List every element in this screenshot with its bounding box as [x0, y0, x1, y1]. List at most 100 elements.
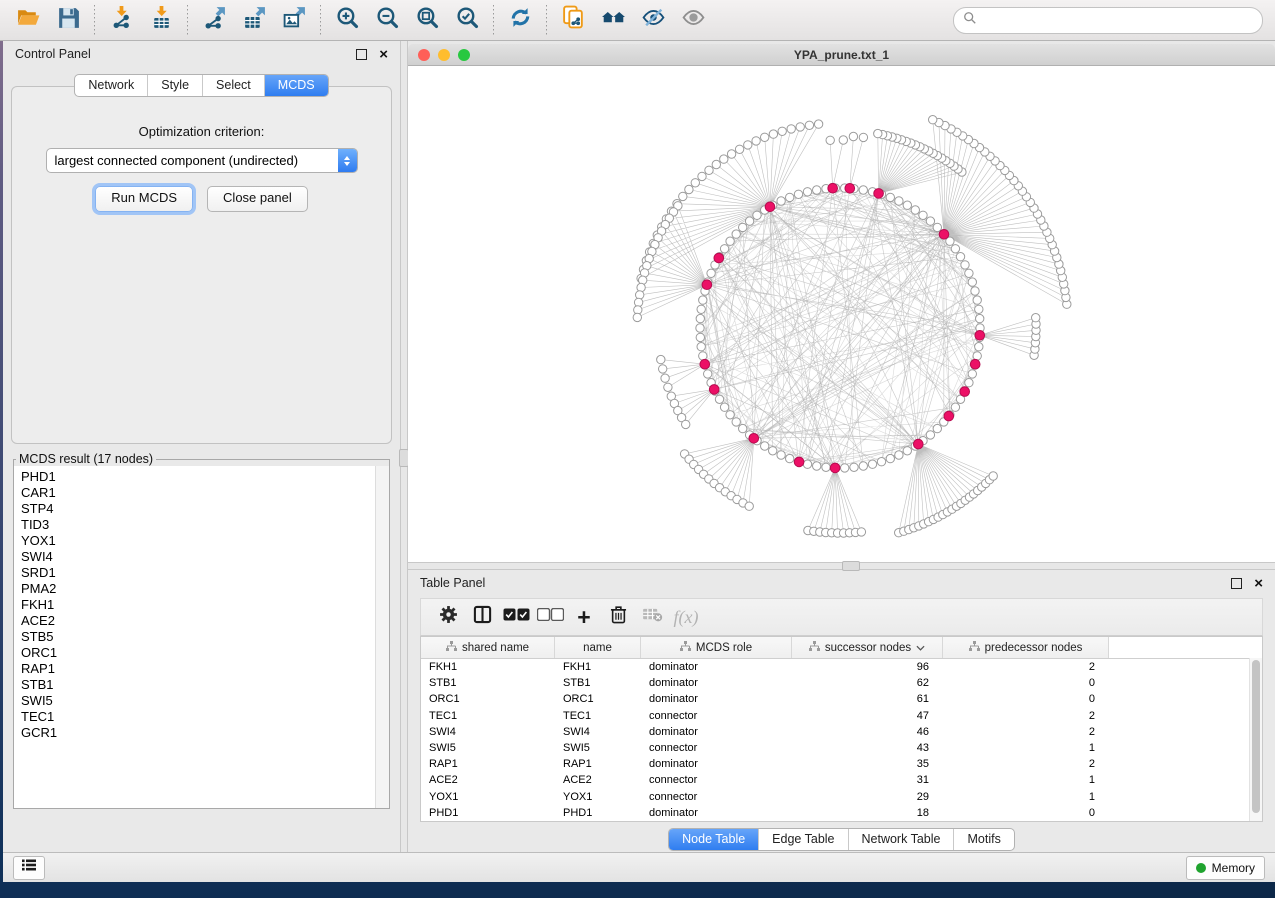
splitter-grip[interactable]: [842, 561, 860, 571]
scrollbar-thumb[interactable]: [1252, 660, 1260, 813]
function-builder-button[interactable]: f(x): [669, 602, 703, 632]
zoom-in-button[interactable]: [327, 3, 367, 37]
cell-name[interactable]: ORC1: [555, 693, 641, 705]
hide-graphics-details-button[interactable]: [633, 3, 673, 37]
cell-successor-nodes[interactable]: 62: [792, 677, 943, 689]
cell-shared-name[interactable]: YOX1: [421, 791, 555, 803]
show-graphics-details-button[interactable]: [673, 3, 713, 37]
horizontal-splitter[interactable]: [408, 562, 1275, 570]
result-item[interactable]: SWI5: [21, 693, 389, 709]
float-panel-icon[interactable]: [356, 49, 367, 60]
cell-successor-nodes[interactable]: 47: [792, 710, 943, 722]
close-panel-button[interactable]: Close panel: [207, 186, 308, 212]
table-row[interactable]: SWI4SWI4dominator462: [421, 724, 1262, 740]
cell-predecessor-nodes[interactable]: 2: [943, 661, 1109, 673]
network-window-titlebar[interactable]: YPA_prune.txt_1: [408, 44, 1275, 66]
search-input[interactable]: [982, 12, 1253, 28]
tab-mcds[interactable]: MCDS: [264, 75, 328, 96]
network-search-box[interactable]: [953, 7, 1263, 34]
network-graph[interactable]: [408, 66, 1274, 559]
cell-predecessor-nodes[interactable]: 2: [943, 726, 1109, 738]
result-item[interactable]: YOX1: [21, 533, 389, 549]
tab-motifs[interactable]: Motifs: [953, 829, 1013, 850]
zoom-fit-button[interactable]: [407, 3, 447, 37]
result-item[interactable]: FKH1: [21, 597, 389, 613]
cell-shared-name[interactable]: PHD1: [421, 807, 555, 819]
cell-shared-name[interactable]: ACE2: [421, 774, 555, 786]
result-item[interactable]: GCR1: [21, 725, 389, 741]
save-session-button[interactable]: [48, 3, 88, 37]
refresh-layout-button[interactable]: [500, 3, 540, 37]
cell-name[interactable]: PHD1: [555, 807, 641, 819]
cell-successor-nodes[interactable]: 29: [792, 791, 943, 803]
cell-shared-name[interactable]: RAP1: [421, 758, 555, 770]
table-row[interactable]: ORC1ORC1dominator610: [421, 691, 1262, 707]
zoom-out-button[interactable]: [367, 3, 407, 37]
tab-edge-table[interactable]: Edge Table: [758, 829, 847, 850]
tab-node-table[interactable]: Node Table: [669, 829, 758, 850]
cell-successor-nodes[interactable]: 43: [792, 742, 943, 754]
open-file-button[interactable]: [8, 3, 48, 37]
cell-MCDS-role[interactable]: dominator: [641, 758, 792, 770]
close-panel-icon[interactable]: ×: [379, 50, 388, 59]
import-table-button[interactable]: [141, 3, 181, 37]
table-row[interactable]: STB1STB1dominator620: [421, 675, 1262, 691]
cell-MCDS-role[interactable]: dominator: [641, 693, 792, 705]
table-row[interactable]: PHD1PHD1dominator180: [421, 805, 1262, 821]
cell-shared-name[interactable]: STB1: [421, 677, 555, 689]
tab-style[interactable]: Style: [147, 75, 202, 96]
add-row-button[interactable]: +: [567, 602, 601, 632]
export-image-button[interactable]: [274, 3, 314, 37]
cell-MCDS-role[interactable]: connector: [641, 791, 792, 803]
deselect-all-button[interactable]: [533, 602, 567, 632]
cell-name[interactable]: FKH1: [555, 661, 641, 673]
result-item[interactable]: PMA2: [21, 581, 389, 597]
cell-name[interactable]: STB1: [555, 677, 641, 689]
result-item[interactable]: STB5: [21, 629, 389, 645]
cell-predecessor-nodes[interactable]: 0: [943, 807, 1109, 819]
result-item[interactable]: PHD1: [21, 469, 389, 485]
cell-predecessor-nodes[interactable]: 0: [943, 677, 1109, 689]
network-canvas[interactable]: [408, 66, 1275, 562]
cell-MCDS-role[interactable]: dominator: [641, 726, 792, 738]
result-item[interactable]: TID3: [21, 517, 389, 533]
result-item[interactable]: RAP1: [21, 661, 389, 677]
column-header-successor-nodes[interactable]: successor nodes: [792, 637, 943, 658]
cell-successor-nodes[interactable]: 96: [792, 661, 943, 673]
result-item[interactable]: SRD1: [21, 565, 389, 581]
optimization-criterion-select[interactable]: largest connected component (undirected): [46, 148, 358, 173]
table-row[interactable]: YOX1YOX1connector291: [421, 789, 1262, 805]
result-item[interactable]: TEC1: [21, 709, 389, 725]
cell-shared-name[interactable]: TEC1: [421, 710, 555, 722]
cell-shared-name[interactable]: SWI5: [421, 742, 555, 754]
cell-predecessor-nodes[interactable]: 0: [943, 693, 1109, 705]
cell-predecessor-nodes[interactable]: 2: [943, 758, 1109, 770]
delete-row-button[interactable]: [601, 602, 635, 632]
table-row[interactable]: SWI5SWI5connector431: [421, 740, 1262, 756]
cell-successor-nodes[interactable]: 46: [792, 726, 943, 738]
tab-network-table[interactable]: Network Table: [848, 829, 954, 850]
cell-MCDS-role[interactable]: dominator: [641, 677, 792, 689]
cell-predecessor-nodes[interactable]: 1: [943, 774, 1109, 786]
cell-successor-nodes[interactable]: 31: [792, 774, 943, 786]
first-neighbors-button[interactable]: [593, 3, 633, 37]
vertical-splitter[interactable]: [400, 41, 408, 860]
cell-predecessor-nodes[interactable]: 2: [943, 710, 1109, 722]
float-panel-icon[interactable]: [1231, 578, 1242, 589]
column-header-predecessor-nodes[interactable]: predecessor nodes: [943, 637, 1109, 658]
cell-MCDS-role[interactable]: connector: [641, 710, 792, 722]
table-row[interactable]: TEC1TEC1connector472: [421, 708, 1262, 724]
cell-name[interactable]: SWI5: [555, 742, 641, 754]
cell-successor-nodes[interactable]: 61: [792, 693, 943, 705]
result-item[interactable]: STB1: [21, 677, 389, 693]
cell-MCDS-role[interactable]: dominator: [641, 807, 792, 819]
table-settings-button[interactable]: [431, 602, 465, 632]
cell-name[interactable]: SWI4: [555, 726, 641, 738]
cell-shared-name[interactable]: FKH1: [421, 661, 555, 673]
export-network-button[interactable]: [194, 3, 234, 37]
cell-successor-nodes[interactable]: 35: [792, 758, 943, 770]
cell-name[interactable]: ACE2: [555, 774, 641, 786]
select-all-button[interactable]: [499, 602, 533, 632]
table-scrollbar[interactable]: [1249, 658, 1262, 821]
memory-button[interactable]: Memory: [1186, 856, 1265, 880]
